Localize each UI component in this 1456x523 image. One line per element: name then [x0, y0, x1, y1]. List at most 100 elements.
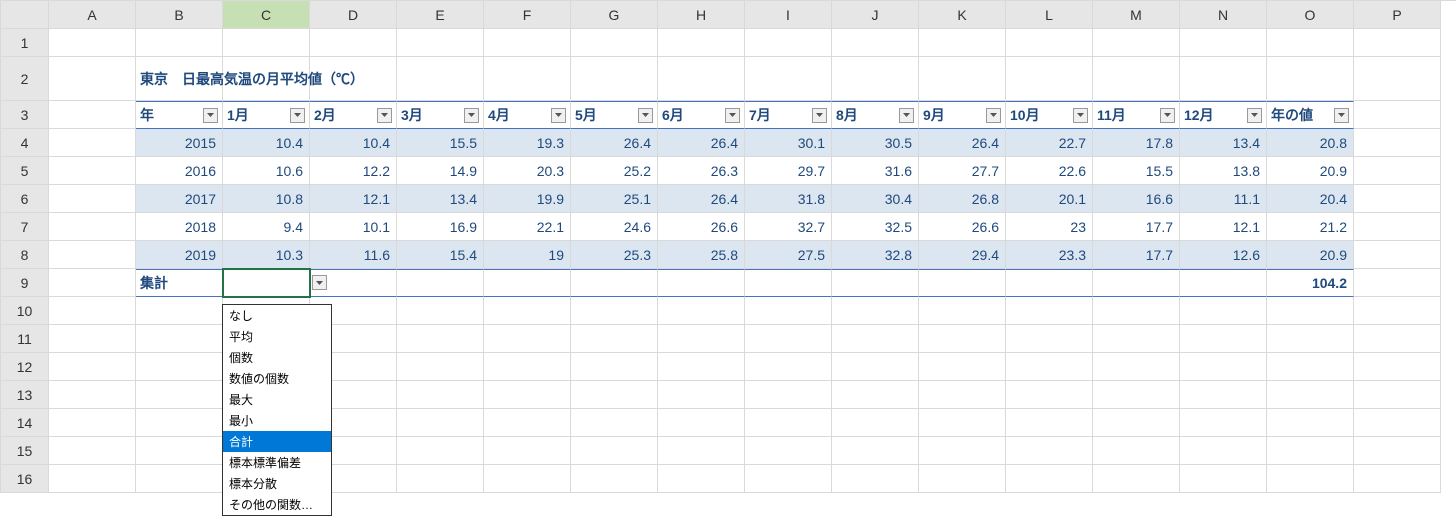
table-header-4月[interactable]: 4月 [484, 101, 571, 129]
filter-button[interactable] [1160, 108, 1175, 123]
cell-I13[interactable] [745, 381, 832, 409]
cell-A14[interactable] [49, 409, 136, 437]
col-header-P[interactable]: P [1354, 1, 1441, 29]
data-cell[interactable]: 16.6 [1093, 185, 1180, 213]
data-cell[interactable]: 20.9 [1267, 241, 1354, 269]
data-cell[interactable]: 26.8 [919, 185, 1006, 213]
data-cell[interactable]: 11.1 [1180, 185, 1267, 213]
cell-I12[interactable] [745, 353, 832, 381]
cell-A15[interactable] [49, 437, 136, 465]
data-cell[interactable]: 25.2 [571, 157, 658, 185]
data-cell[interactable]: 20.1 [1006, 185, 1093, 213]
cell-B15[interactable] [136, 437, 223, 465]
cell-A2[interactable] [49, 57, 136, 101]
col-header-H[interactable]: H [658, 1, 745, 29]
data-cell[interactable]: 10.1 [310, 213, 397, 241]
dropdown-item-6[interactable]: 合計 [223, 431, 331, 452]
data-cell[interactable]: 26.4 [919, 129, 1006, 157]
cell-I14[interactable] [745, 409, 832, 437]
cell-B11[interactable] [136, 325, 223, 353]
data-cell[interactable]: 2018 [136, 213, 223, 241]
cell-E13[interactable] [397, 381, 484, 409]
row-header-11[interactable]: 11 [1, 325, 49, 353]
cell-L15[interactable] [1006, 437, 1093, 465]
cell-K14[interactable] [919, 409, 1006, 437]
dropdown-item-8[interactable]: 標本分散 [223, 473, 331, 494]
cell-H11[interactable] [658, 325, 745, 353]
cell-P12[interactable] [1354, 353, 1441, 381]
cell-A7[interactable] [49, 213, 136, 241]
cell-K1[interactable] [919, 29, 1006, 57]
cell-M15[interactable] [1093, 437, 1180, 465]
cell-H1[interactable] [658, 29, 745, 57]
total-row-cell[interactable]: 104.2 [1267, 269, 1354, 297]
data-cell[interactable]: 30.5 [832, 129, 919, 157]
table-header-年[interactable]: 年 [136, 101, 223, 129]
cell-H13[interactable] [658, 381, 745, 409]
data-cell[interactable]: 29.4 [919, 241, 1006, 269]
data-cell[interactable]: 16.9 [397, 213, 484, 241]
data-cell[interactable]: 20.8 [1267, 129, 1354, 157]
cell-B13[interactable] [136, 381, 223, 409]
cell-F1[interactable] [484, 29, 571, 57]
data-cell[interactable]: 24.6 [571, 213, 658, 241]
filter-button[interactable] [812, 108, 827, 123]
data-cell[interactable]: 26.4 [658, 185, 745, 213]
data-cell[interactable]: 17.8 [1093, 129, 1180, 157]
cell-H14[interactable] [658, 409, 745, 437]
row-header-8[interactable]: 8 [1, 241, 49, 269]
row-header-3[interactable]: 3 [1, 101, 49, 129]
data-cell[interactable]: 22.1 [484, 213, 571, 241]
data-cell[interactable]: 13.8 [1180, 157, 1267, 185]
data-cell[interactable]: 17.7 [1093, 241, 1180, 269]
cell-B14[interactable] [136, 409, 223, 437]
cell-A3[interactable] [49, 101, 136, 129]
cell-B2[interactable]: 東京 日最高気温の月平均値（℃） [136, 57, 223, 101]
data-cell[interactable]: 19.3 [484, 129, 571, 157]
cell-P3[interactable] [1354, 101, 1441, 129]
cell-P6[interactable] [1354, 185, 1441, 213]
table-header-年の値[interactable]: 年の値 [1267, 101, 1354, 129]
cell-J14[interactable] [832, 409, 919, 437]
total-row-cell[interactable] [745, 269, 832, 297]
cell-M13[interactable] [1093, 381, 1180, 409]
data-cell[interactable]: 25.3 [571, 241, 658, 269]
cell-H16[interactable] [658, 465, 745, 493]
data-cell[interactable]: 2017 [136, 185, 223, 213]
table-header-7月[interactable]: 7月 [745, 101, 832, 129]
cell-G10[interactable] [571, 297, 658, 325]
data-cell[interactable]: 26.6 [658, 213, 745, 241]
cell-H12[interactable] [658, 353, 745, 381]
col-header-E[interactable]: E [397, 1, 484, 29]
data-cell[interactable]: 31.6 [832, 157, 919, 185]
cell-M16[interactable] [1093, 465, 1180, 493]
total-row-cell[interactable] [919, 269, 1006, 297]
cell-O2[interactable] [1267, 57, 1354, 101]
row-header-6[interactable]: 6 [1, 185, 49, 213]
cell-I1[interactable] [745, 29, 832, 57]
cell-N1[interactable] [1180, 29, 1267, 57]
cell-F11[interactable] [484, 325, 571, 353]
cell-J11[interactable] [832, 325, 919, 353]
cell-J10[interactable] [832, 297, 919, 325]
col-header-N[interactable]: N [1180, 1, 1267, 29]
dropdown-item-5[interactable]: 最小 [223, 410, 331, 431]
table-header-5月[interactable]: 5月 [571, 101, 658, 129]
cell-P16[interactable] [1354, 465, 1441, 493]
total-row-cell[interactable] [571, 269, 658, 297]
col-header-B[interactable]: B [136, 1, 223, 29]
cell-L13[interactable] [1006, 381, 1093, 409]
cell-E16[interactable] [397, 465, 484, 493]
data-cell[interactable]: 13.4 [1180, 129, 1267, 157]
data-cell[interactable]: 30.4 [832, 185, 919, 213]
dropdown-item-0[interactable]: なし [223, 305, 331, 326]
cell-J2[interactable] [832, 57, 919, 101]
cell-C1[interactable] [223, 29, 310, 57]
cell-P11[interactable] [1354, 325, 1441, 353]
total-row-cell[interactable] [1006, 269, 1093, 297]
col-header-D[interactable]: D [310, 1, 397, 29]
table-header-11月[interactable]: 11月 [1093, 101, 1180, 129]
total-row-cell[interactable] [1180, 269, 1267, 297]
cell-F15[interactable] [484, 437, 571, 465]
cell-H10[interactable] [658, 297, 745, 325]
